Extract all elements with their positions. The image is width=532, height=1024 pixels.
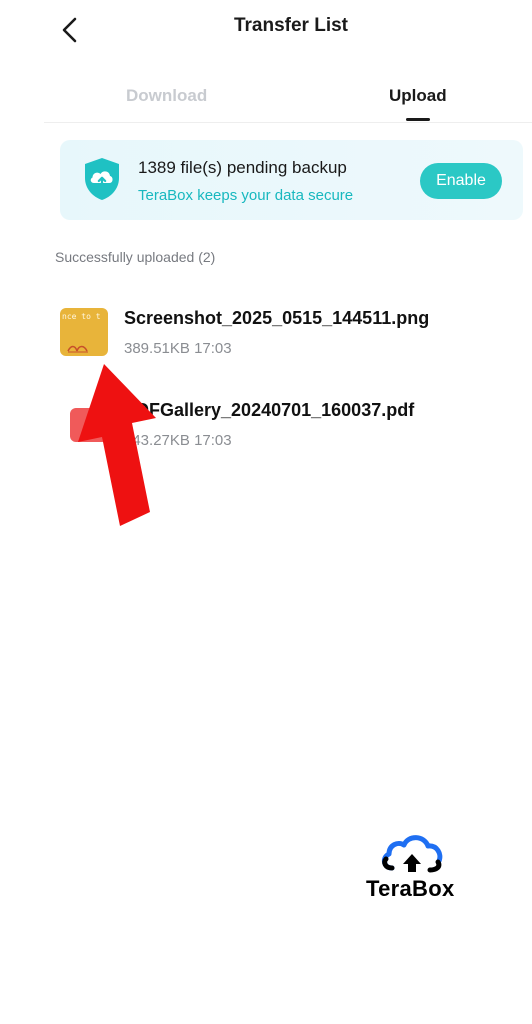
active-tab-indicator <box>406 118 430 121</box>
enable-backup-button[interactable]: Enable <box>420 163 502 199</box>
red-arrow-annotation-icon <box>78 364 156 526</box>
terabox-logo-text: TeraBox <box>366 876 455 901</box>
thumbnail-text: nce to t <box>62 312 101 321</box>
page-title: Transfer List <box>233 15 349 36</box>
leaf-icon <box>67 345 88 353</box>
file-row[interactable]: nce to t Screenshot_2025_0515_144511.png… <box>60 306 532 364</box>
file-time: 17:03 <box>194 432 232 449</box>
file-size: 389.51KB <box>124 340 190 357</box>
file-name: Screenshot_2025_0515_144511.png <box>124 308 430 328</box>
pending-backup-subtitle: TeraBox keeps your data secure <box>138 187 354 204</box>
file-meta: 389.51KB 17:03 <box>124 340 232 357</box>
header: Transfer List <box>0 0 532 56</box>
tab-upload[interactable]: Upload <box>389 86 447 106</box>
tab-download[interactable]: Download <box>126 86 207 106</box>
image-thumbnail-icon: nce to t <box>60 308 108 356</box>
transfer-tabs: Download Upload <box>44 76 532 123</box>
pending-backup-title: 1389 file(s) pending backup <box>138 158 347 177</box>
file-time: 17:03 <box>194 340 232 357</box>
terabox-watermark: TeraBox <box>366 832 466 902</box>
backup-banner: 1389 file(s) pending backup TeraBox keep… <box>60 140 523 220</box>
terabox-cloud-logo-icon <box>382 835 443 873</box>
uploaded-section-title: Successfully uploaded (2) <box>55 249 216 265</box>
cloud-upload-shield-icon <box>85 158 119 200</box>
